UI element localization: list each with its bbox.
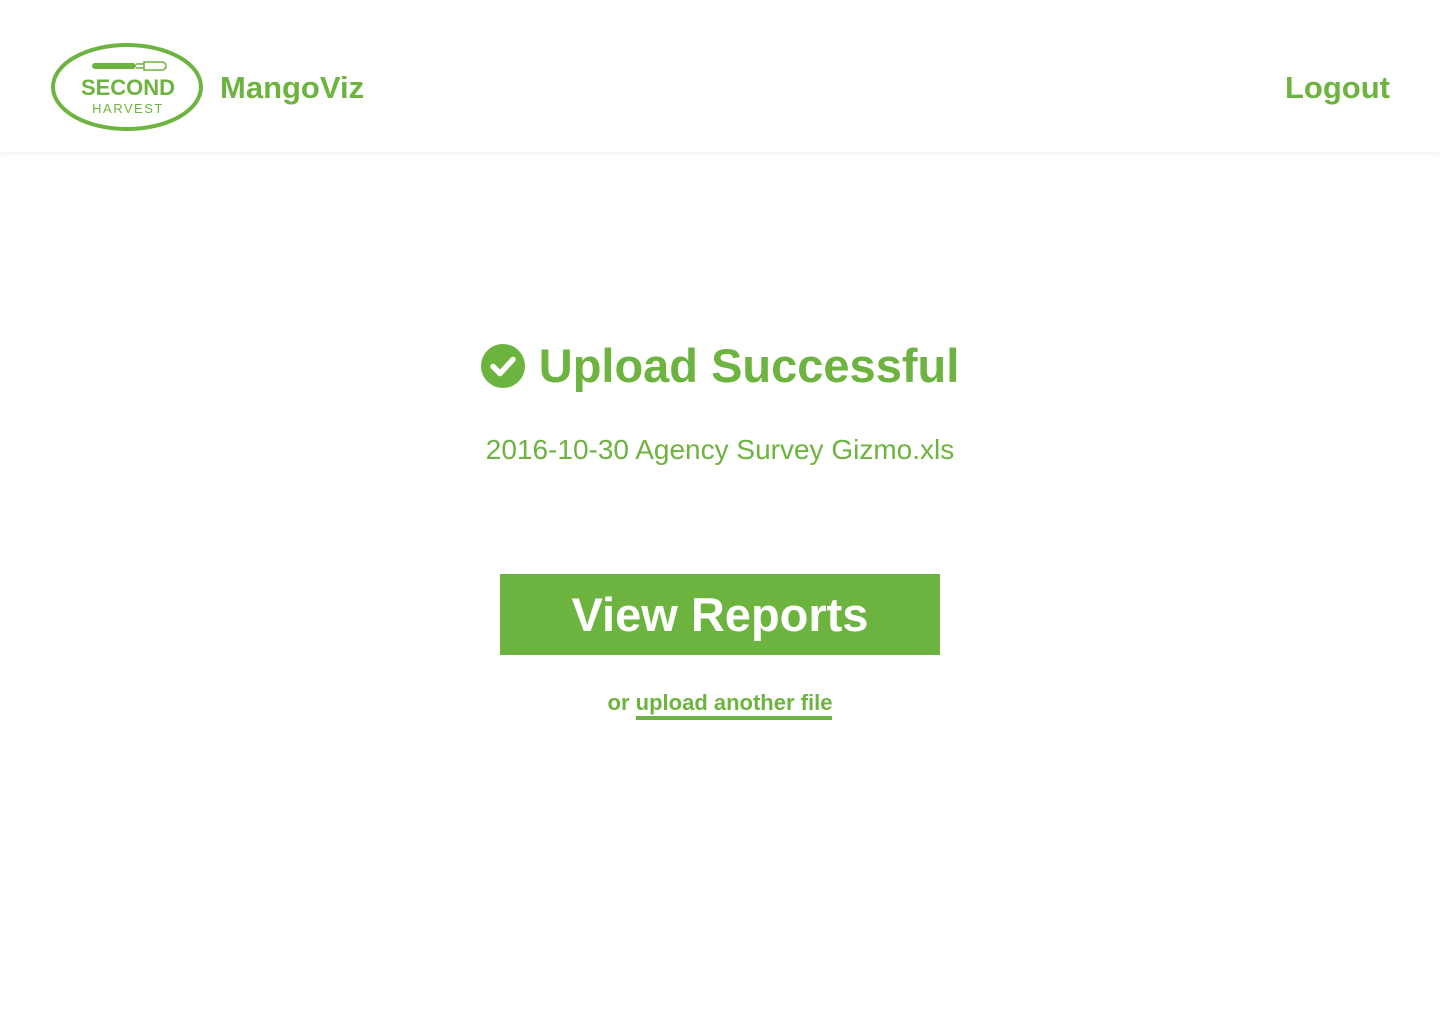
uploaded-filename: 2016-10-30 Agency Survey Gizmo.xls: [485, 434, 955, 465]
or-text: or: [607, 690, 630, 715]
logo-text-second: SECOND: [81, 75, 175, 100]
status-heading: Upload Successful: [0, 336, 1440, 396]
upload-another-file-link[interactable]: upload another file: [635, 690, 833, 720]
app-name: MangoViz: [220, 70, 365, 105]
view-reports-button[interactable]: View Reports: [500, 574, 940, 655]
second-harvest-logo[interactable]: SECOND HARVEST: [50, 42, 206, 132]
fork-icon: [92, 61, 167, 71]
alternative-action: or upload another file: [0, 688, 1440, 720]
page-title: Upload Successful: [538, 339, 960, 392]
top-header: SECOND HARVEST MangoViz Logout: [0, 0, 1440, 152]
check-circle-icon: [480, 344, 525, 388]
logout-link[interactable]: Logout: [1285, 68, 1390, 108]
logo-text-harvest: HARVEST: [92, 101, 164, 116]
